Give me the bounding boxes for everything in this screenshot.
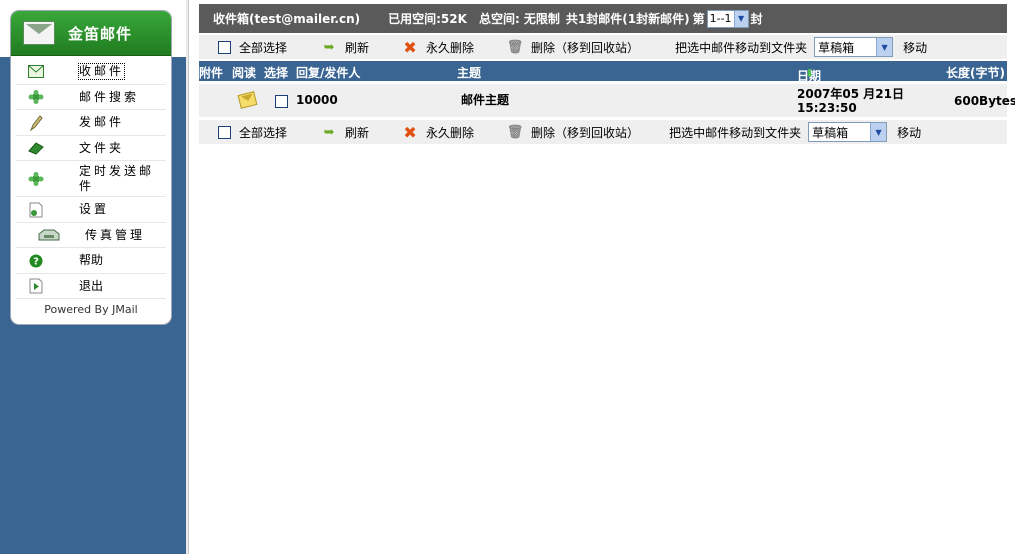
delete-recycle-button[interactable]: 🗑 删除（移到回收站） — [507, 124, 639, 141]
sort-desc-icon: ⬇ — [805, 67, 815, 80]
folder-select-value: 草稿箱 — [818, 40, 855, 55]
used-space: 已用空间:52K — [388, 12, 467, 26]
brand-header: 金笛邮件 — [11, 11, 171, 56]
sidebar-item-label: 发邮件 — [79, 115, 125, 130]
page-select-value: 1--1 — [709, 12, 732, 25]
delete-forever-label: 永久删除 — [426, 40, 475, 55]
sidebar-item-folder[interactable]: 文件夹 — [16, 136, 166, 161]
row-subject[interactable]: 邮件主题 — [461, 91, 509, 108]
sidebar-item-label: 邮件搜索 — [79, 89, 140, 104]
chevron-down-icon: ▼ — [876, 38, 893, 56]
powered-by: Powered By JMail — [44, 303, 138, 316]
sidebar-menu: 收邮件 邮件搜索 发邮件 文件夹 定时发送邮件 设置 传真管理 ? 帮助 退出 — [11, 56, 171, 299]
refresh-label: 刷新 — [345, 40, 370, 55]
sidebar-item-settings[interactable]: 设置 — [16, 198, 166, 223]
main-frame: 收件箱(test@mailer.cn) 已用空间:52K 总空间: 无限制 共1… — [199, 0, 1015, 554]
mailbox-name: 收件箱(test@mailer.cn) — [213, 12, 361, 26]
select-all-checkbox[interactable] — [218, 125, 231, 139]
help-icon: ? — [28, 253, 44, 269]
folder-select[interactable]: 草稿箱 ▼ — [808, 122, 888, 142]
col-attachment[interactable]: 附件 — [199, 64, 223, 81]
col-sender[interactable]: 回复/发件人 — [296, 64, 360, 81]
left-frame: 金笛邮件 收邮件 邮件搜索 发邮件 文件夹 定时发送邮件 设置 传真管理 ? 帮… — [0, 0, 186, 554]
refresh-button[interactable]: ➥ 刷新 — [321, 124, 369, 141]
folder-icon — [28, 140, 44, 156]
frame-divider[interactable] — [186, 0, 189, 554]
row-date-line2: 15:23:50 — [797, 101, 857, 115]
sidebar-item-inbox[interactable]: 收邮件 — [16, 60, 166, 85]
sidebar-item-label: 收邮件 — [77, 63, 126, 81]
mail-table-header: 附件 阅读 选择 回复/发件人 主题 日期 ⬇ 长度(字节) — [199, 61, 1007, 83]
sidebar-item-search[interactable]: 邮件搜索 — [16, 85, 166, 110]
trash-icon: 🗑 — [506, 39, 524, 55]
sidebar-item-label: 文件夹 — [79, 140, 125, 155]
delete-x-icon: ✖ — [403, 122, 417, 142]
svg-text:?: ? — [33, 256, 39, 267]
action-toolbar-top: 全部选择 ➥ 刷新 ✖ 永久删除 🗑 删除（移到回收站） 把选中邮件移动到文件夹… — [199, 35, 1007, 59]
row-size: 600Bytes — [954, 94, 1015, 108]
page-prefix: 第 — [692, 12, 705, 26]
row-checkbox[interactable] — [275, 95, 288, 108]
col-read[interactable]: 阅读 — [232, 64, 256, 81]
sidebar-item-fax[interactable]: 传真管理 — [16, 223, 166, 248]
table-row[interactable]: 10000 邮件主题 2007年05 月21日 15:23:50 600Byte… — [199, 84, 1015, 117]
chevron-down-icon: ▼ — [733, 10, 748, 27]
sidebar-item-help[interactable]: ? 帮助 — [16, 249, 166, 274]
col-subject[interactable]: 主题 — [457, 64, 481, 81]
sidebar-item-compose[interactable]: 发邮件 — [16, 111, 166, 136]
sidebar-item-label: 传真管理 — [85, 227, 146, 242]
sidebar-item-label: 退出 — [79, 278, 104, 293]
compose-icon — [28, 114, 44, 131]
move-button[interactable]: 移动 — [897, 124, 921, 141]
read-status-icon — [237, 91, 258, 109]
delete-forever-button[interactable]: ✖ 永久删除 — [402, 122, 475, 142]
select-all-label: 全部选择 — [239, 125, 288, 140]
action-toolbar-bottom: 全部选择 ➥ 刷新 ✖ 永久删除 🗑 删除（移到回收站） 把选中邮件移动到文件夹… — [199, 120, 1007, 144]
settings-icon — [28, 202, 44, 218]
mailbox-status-bar: 收件箱(test@mailer.cn) 已用空间:52K 总空间: 无限制 共1… — [199, 4, 1007, 33]
envelope-icon — [23, 21, 55, 45]
col-size[interactable]: 长度(字节) — [946, 64, 1005, 81]
mail-count: 共1封邮件(1封新邮件) — [565, 12, 690, 26]
sidebar-item-label: 定时发送邮件 — [79, 164, 155, 193]
sidebar-item-label: 设置 — [79, 202, 110, 217]
row-sender[interactable]: 10000 — [296, 93, 338, 107]
refresh-icon: ➥ — [323, 124, 335, 140]
delete-recycle-label: 删除（移到回收站） — [531, 125, 640, 140]
row-date-line1: 2007年05 月21日 — [797, 87, 904, 101]
search-icon — [28, 89, 44, 105]
inbox-icon — [28, 64, 44, 80]
delete-x-icon: ✖ — [403, 37, 417, 57]
refresh-icon: ➥ — [323, 39, 335, 55]
trash-icon: 🗑 — [506, 124, 524, 140]
delete-recycle-button[interactable]: 🗑 删除（移到回收站） — [507, 39, 639, 56]
chevron-down-icon: ▼ — [870, 123, 887, 141]
folder-select[interactable]: 草稿箱 ▼ — [814, 37, 894, 57]
move-label: 把选中邮件移动到文件夹 — [675, 40, 808, 55]
logout-icon — [28, 278, 44, 294]
select-all-checkbox[interactable] — [218, 40, 231, 54]
move-label: 把选中邮件移动到文件夹 — [669, 125, 802, 140]
refresh-label: 刷新 — [345, 125, 370, 140]
page-suffix: 封 — [750, 12, 763, 26]
sidebar-item-label: 帮助 — [79, 253, 104, 268]
move-button[interactable]: 移动 — [903, 39, 927, 56]
sidebar-item-scheduled-send[interactable]: 定时发送邮件 — [16, 162, 166, 197]
delete-recycle-label: 删除（移到回收站） — [531, 40, 640, 55]
delete-forever-button[interactable]: ✖ 永久删除 — [402, 37, 475, 57]
col-select[interactable]: 选择 — [264, 64, 288, 81]
sidebar-item-logout[interactable]: 退出 — [16, 274, 166, 299]
refresh-button[interactable]: ➥ 刷新 — [321, 39, 369, 56]
nav-panel: 金笛邮件 收邮件 邮件搜索 发邮件 文件夹 定时发送邮件 设置 传真管理 ? 帮… — [10, 10, 172, 325]
delete-forever-label: 永久删除 — [426, 125, 475, 140]
brand-title: 金笛邮件 — [68, 24, 133, 43]
total-space: 总空间: 无限制 — [478, 12, 560, 26]
page-select[interactable]: 1--1 ▼ — [706, 9, 749, 28]
select-all-label: 全部选择 — [239, 40, 288, 55]
folder-select-value: 草稿箱 — [812, 125, 849, 140]
schedule-icon — [28, 171, 44, 187]
fax-icon — [38, 227, 60, 243]
